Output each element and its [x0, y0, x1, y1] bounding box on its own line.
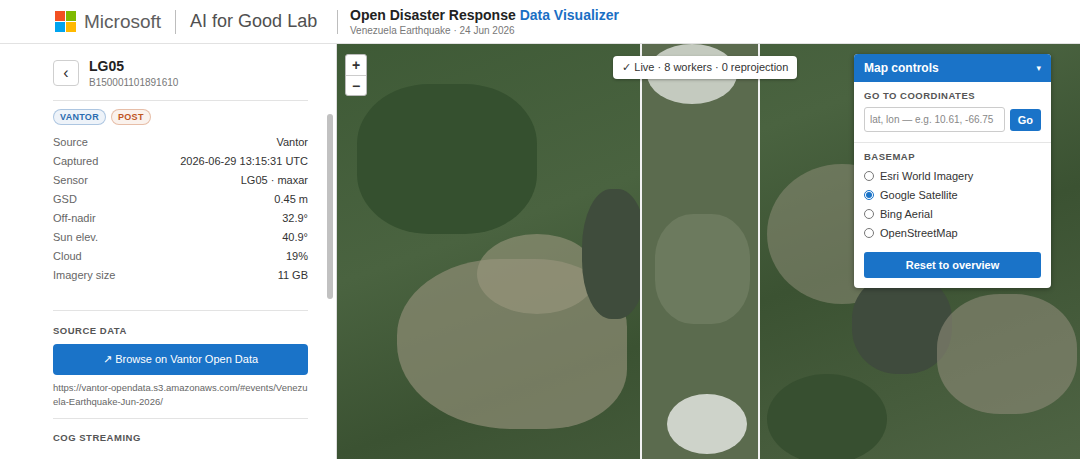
basemap-list: Esri World Imagery Google Satellite Bing A…: [864, 166, 1041, 242]
map-view[interactable]: +− ✓ Live · 8 workers · 0 reprojection Map…: [337, 44, 1080, 459]
reset-button[interactable]: Reset to overview: [864, 252, 1041, 278]
section-heading: GO TO COORDINATES: [864, 90, 1041, 101]
section-heading: BASEMAP: [864, 151, 1041, 162]
basemap-option[interactable]: Bing Aerial: [864, 204, 1041, 223]
property-row: Off-nadir 32.9°: [53, 208, 308, 227]
property-value: 19%: [286, 250, 308, 262]
item-title: LG05: [89, 58, 178, 74]
browse-button[interactable]: ↗ Browse on Vantor Open Data: [53, 344, 308, 375]
property-value: 40.9°: [282, 231, 308, 243]
property-row: Captured 2026-06-29 13:15:31 UTC: [53, 151, 308, 170]
property-value: 11 GB: [278, 269, 308, 281]
item-title-block: LG05 B150001101891610: [89, 58, 178, 88]
property-label: Imagery size: [53, 269, 115, 281]
map-controls-header[interactable]: Map controls ▾: [854, 54, 1051, 82]
property-label: Sun elev.: [53, 231, 98, 243]
property-value: 2026-06-29 13:15:31 UTC: [180, 155, 308, 167]
map-imagery: [937, 294, 1077, 414]
property-value: 0.45 m: [274, 193, 308, 205]
zoom-in-button[interactable]: +: [346, 55, 366, 75]
source-url[interactable]: https://vantor-opendata.s3.amazonaws.com…: [53, 381, 308, 409]
header-separator: [337, 10, 338, 34]
property-label: Sensor: [53, 174, 88, 186]
header-separator: [175, 10, 176, 34]
divider: [53, 418, 308, 419]
microsoft-logo-icon: [55, 11, 76, 32]
radio-button[interactable]: [864, 190, 874, 200]
property-row: Imagery size 11 GB: [53, 265, 308, 284]
divider: [854, 142, 1051, 143]
radio-button[interactable]: [864, 209, 874, 219]
map-imagery: [655, 214, 750, 324]
badge: VANTOR: [53, 109, 106, 125]
badge: POST: [111, 109, 151, 125]
basemap-option[interactable]: OpenStreetMap: [864, 223, 1041, 242]
app-title: Open Disaster Response Data Visualizer: [350, 7, 619, 23]
brand-area: Microsoft AI for Good Lab: [0, 10, 337, 34]
title-block: Open Disaster Response Data Visualizer Ve…: [338, 7, 619, 36]
zoom-out-button[interactable]: −: [346, 75, 366, 95]
divider: [53, 100, 308, 101]
map-controls-title: Map controls: [864, 61, 939, 75]
basemap-label[interactable]: Google Satellite: [880, 189, 958, 201]
section-heading: SOURCE DATA: [53, 325, 308, 336]
item-id: B150001101891610: [89, 77, 178, 88]
property-value: LG05 · maxar: [241, 174, 308, 186]
property-row: Source Vantor: [53, 132, 308, 151]
property-list: Source Vantor Captured 2026-06-29 13:15:31 …: [53, 132, 308, 284]
property-row: Cloud 19%: [53, 246, 308, 265]
main-body: ‹ LG05 B150001101891610 VANTOR POST Source Van…: [0, 44, 1080, 459]
property-label: Off-nadir: [53, 212, 96, 224]
basemap-label[interactable]: Bing Aerial: [880, 208, 933, 220]
basemap-option[interactable]: Google Satellite: [864, 185, 1041, 204]
event-subtitle: Venezuela Earthquake · 24 Jun 2026: [350, 25, 619, 36]
radio-button[interactable]: [864, 228, 874, 238]
go-button[interactable]: Go: [1010, 109, 1041, 131]
map-controls-body: GO TO COORDINATES Go BASEMAP Esri World Ima…: [854, 82, 1051, 288]
map-imagery: [477, 234, 597, 314]
property-value: 32.9°: [282, 212, 308, 224]
radio-button[interactable]: [864, 171, 874, 181]
map-imagery: [582, 189, 647, 319]
property-row: GSD 0.45 m: [53, 189, 308, 208]
title-text: Open Disaster Response: [350, 7, 516, 23]
property-row: Sensor LG05 · maxar: [53, 170, 308, 189]
coordinates-input[interactable]: [864, 107, 1005, 132]
property-label: Captured: [53, 155, 98, 167]
property-label: Cloud: [53, 250, 82, 262]
basemap-option[interactable]: Esri World Imagery: [864, 166, 1041, 185]
scrollbar[interactable]: [327, 114, 333, 299]
basemap-label[interactable]: Esri World Imagery: [880, 170, 973, 182]
title-accent: Data Visualizer: [520, 7, 619, 23]
coordinates-row: Go: [864, 107, 1041, 132]
property-label: Source: [53, 136, 88, 148]
badge-list: VANTOR POST: [53, 109, 308, 125]
collapse-icon[interactable]: ▾: [1036, 63, 1041, 73]
details-panel: ‹ LG05 B150001101891610 VANTOR POST Source Van…: [0, 44, 337, 459]
property-label: GSD: [53, 193, 77, 205]
map-imagery: [357, 84, 537, 234]
map-imagery: [767, 374, 887, 459]
map-controls-panel: Map controls ▾ GO TO COORDINATES Go BASEMAP E…: [854, 54, 1051, 288]
live-status: ✓ Live · 8 workers · 0 reprojection: [613, 56, 797, 79]
app-header: Microsoft AI for Good Lab Open Disaster Re…: [0, 0, 1080, 44]
basemap-label[interactable]: OpenStreetMap: [880, 227, 958, 239]
property-value: Vantor: [276, 136, 308, 148]
item-header: ‹ LG05 B150001101891610: [53, 58, 308, 88]
section-heading: COG STREAMING: [53, 432, 308, 443]
back-button[interactable]: ‹: [53, 60, 79, 86]
zoom-control: +−: [345, 54, 367, 96]
property-row: Sun elev. 40.9°: [53, 227, 308, 246]
lab-name: AI for Good Lab: [190, 11, 317, 32]
divider: [53, 310, 308, 311]
brand-name: Microsoft: [84, 11, 161, 33]
map-imagery: [667, 394, 747, 454]
